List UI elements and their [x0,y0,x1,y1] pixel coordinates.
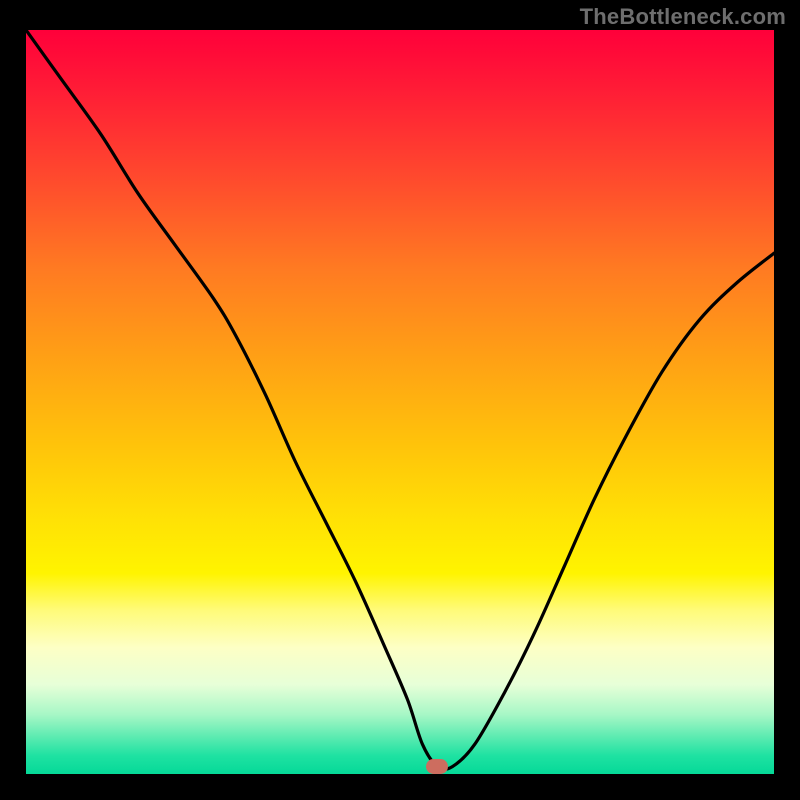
optimal-point-marker [426,759,448,774]
bottleneck-curve [26,30,774,774]
plot-area [26,30,774,774]
watermark-text: TheBottleneck.com [580,4,786,30]
chart-container: TheBottleneck.com [0,0,800,800]
